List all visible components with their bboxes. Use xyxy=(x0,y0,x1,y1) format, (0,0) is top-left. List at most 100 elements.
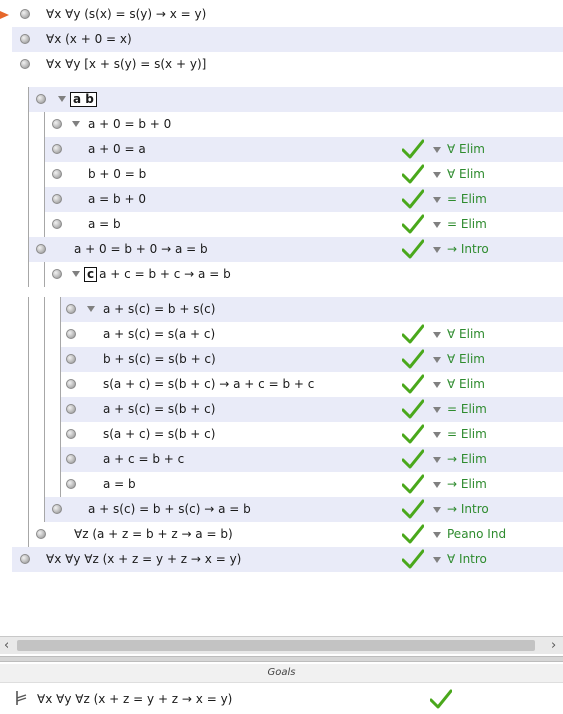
formula[interactable]: b + s(c) = s(b + c) xyxy=(103,352,216,366)
proof-line[interactable]: a = b → Elim xyxy=(0,472,563,497)
formula[interactable]: a + s(c) = b + s(c) → a = b xyxy=(88,502,251,516)
formula[interactable]: a = b + 0 xyxy=(88,192,146,206)
formula[interactable]: s(a + c) = s(b + c) xyxy=(103,427,215,441)
line-bullet-icon[interactable] xyxy=(52,119,62,129)
formula[interactable]: a + s(c) = s(a + c) xyxy=(103,327,215,341)
rule-dropdown-triangle-icon[interactable] xyxy=(433,172,441,178)
formula[interactable]: ∀x ∀y [x + s(y) = s(x + y)] xyxy=(46,57,206,71)
line-bullet-icon[interactable] xyxy=(20,9,30,19)
rule-label[interactable]: ∀ Elim xyxy=(447,327,485,341)
rule-label[interactable]: ∀ Intro xyxy=(447,552,487,566)
rule-dropdown-triangle-icon[interactable] xyxy=(433,247,441,253)
formula[interactable]: a = b xyxy=(88,217,121,231)
scrollbar-thumb[interactable] xyxy=(17,640,535,651)
line-bullet-icon[interactable] xyxy=(66,379,76,389)
expand-triangle-icon[interactable] xyxy=(72,121,80,127)
formula[interactable]: ca + c = b + c → a = b xyxy=(84,267,231,282)
formula[interactable]: s(a + c) = s(b + c) → a + c = b + c xyxy=(103,377,314,391)
rule-dropdown-triangle-icon[interactable] xyxy=(433,557,441,563)
expand-triangle-icon[interactable] xyxy=(72,271,80,277)
rule-label[interactable]: = Elim xyxy=(447,427,487,441)
formula[interactable]: a = b xyxy=(103,477,136,491)
proof-line[interactable]: ∀x (x + 0 = x) xyxy=(0,27,563,52)
rule-dropdown-triangle-icon[interactable] xyxy=(433,382,441,388)
rule-label[interactable]: ∀ Elim xyxy=(447,352,485,366)
rule-label[interactable]: = Elim xyxy=(447,217,487,231)
rule-label[interactable]: → Intro xyxy=(447,242,489,256)
line-bullet-icon[interactable] xyxy=(66,354,76,364)
scroll-right-arrow-icon[interactable]: › xyxy=(551,638,556,653)
line-bullet-icon[interactable] xyxy=(66,304,76,314)
proof-line[interactable]: s(a + c) = s(b + c) → a + c = b + c ∀ Eli… xyxy=(0,372,563,397)
proof-line[interactable]: b + s(c) = s(b + c) ∀ Elim xyxy=(0,347,563,372)
rule-label[interactable]: = Elim xyxy=(447,402,487,416)
formula[interactable]: ∀x (x + 0 = x) xyxy=(46,32,132,46)
rule-dropdown-triangle-icon[interactable] xyxy=(433,457,441,463)
rule-label[interactable]: Peano Ind xyxy=(447,527,506,541)
line-bullet-icon[interactable] xyxy=(52,504,62,514)
proof-line[interactable]: a + s(c) = b + s(c) → a = b → Intro xyxy=(0,497,563,522)
expand-triangle-icon[interactable] xyxy=(58,96,66,102)
line-bullet-icon[interactable] xyxy=(36,244,46,254)
line-bullet-icon[interactable] xyxy=(36,529,46,539)
line-bullet-icon[interactable] xyxy=(20,554,30,564)
line-bullet-icon[interactable] xyxy=(20,34,30,44)
line-bullet-icon[interactable] xyxy=(66,429,76,439)
rule-dropdown-triangle-icon[interactable] xyxy=(433,357,441,363)
horizontal-scrollbar[interactable]: ‹ › xyxy=(0,636,563,654)
line-bullet-icon[interactable] xyxy=(66,479,76,489)
proof-line[interactable]: s(a + c) = s(b + c) = Elim xyxy=(0,422,563,447)
formula[interactable]: a b xyxy=(70,92,99,107)
line-bullet-icon[interactable] xyxy=(52,194,62,204)
rule-dropdown-triangle-icon[interactable] xyxy=(433,222,441,228)
goal-row[interactable]: ∀x ∀y ∀z (x + z = y + z → x = y) xyxy=(0,686,563,712)
line-bullet-icon[interactable] xyxy=(52,144,62,154)
line-bullet-icon[interactable] xyxy=(52,219,62,229)
line-bullet-icon[interactable] xyxy=(36,94,46,104)
formula[interactable]: ∀x ∀y (s(x) = s(y) → x = y) xyxy=(46,7,206,21)
proof-line[interactable]: a + 0 = b + 0 → a = b → Intro xyxy=(0,237,563,262)
proof-line[interactable]: a + 0 = a ∀ Elim xyxy=(0,137,563,162)
formula[interactable]: a + s(c) = b + s(c) xyxy=(103,302,215,316)
line-bullet-icon[interactable] xyxy=(52,269,62,279)
line-bullet-icon[interactable] xyxy=(20,59,30,69)
proof-line[interactable]: a = b + 0 = Elim xyxy=(0,187,563,212)
rule-label[interactable]: → Elim xyxy=(447,477,487,491)
rule-dropdown-triangle-icon[interactable] xyxy=(433,482,441,488)
line-bullet-icon[interactable] xyxy=(66,404,76,414)
rule-dropdown-triangle-icon[interactable] xyxy=(433,147,441,153)
rule-label[interactable]: ∀ Elim xyxy=(447,377,485,391)
proof-line[interactable]: ∀x ∀y [x + s(y) = s(x + y)] xyxy=(0,52,563,77)
formula[interactable]: ∀x ∀y ∀z (x + z = y + z → x = y) xyxy=(46,552,241,566)
line-bullet-icon[interactable] xyxy=(52,169,62,179)
proof-line[interactable]: a b xyxy=(0,87,563,112)
proof-line[interactable]: a + s(c) = s(b + c) = Elim xyxy=(0,397,563,422)
formula[interactable]: a + 0 = b + 0 xyxy=(88,117,171,131)
line-bullet-icon[interactable] xyxy=(66,454,76,464)
rule-label[interactable]: ∀ Elim xyxy=(447,142,485,156)
proof-line[interactable]: a + 0 = b + 0 xyxy=(0,112,563,137)
rule-dropdown-triangle-icon[interactable] xyxy=(433,197,441,203)
proof-line[interactable]: ∀x ∀y ∀z (x + z = y + z → x = y) ∀ Intro xyxy=(0,547,563,572)
formula[interactable]: a + 0 = a xyxy=(88,142,146,156)
expand-triangle-icon[interactable] xyxy=(87,306,95,312)
rule-dropdown-triangle-icon[interactable] xyxy=(433,432,441,438)
proof-line[interactable]: a = b = Elim xyxy=(0,212,563,237)
formula[interactable]: a + c = b + c xyxy=(103,452,184,466)
formula[interactable]: ∀z (a + z = b + z → a = b) xyxy=(74,527,233,541)
formula[interactable]: b + 0 = b xyxy=(88,167,146,181)
rule-label[interactable]: → Intro xyxy=(447,502,489,516)
rule-dropdown-triangle-icon[interactable] xyxy=(433,332,441,338)
proof-line[interactable]: a + c = b + c → Elim xyxy=(0,447,563,472)
rule-dropdown-triangle-icon[interactable] xyxy=(433,532,441,538)
line-bullet-icon[interactable] xyxy=(66,329,76,339)
rule-label[interactable]: → Elim xyxy=(447,452,487,466)
rule-dropdown-triangle-icon[interactable] xyxy=(433,407,441,413)
formula[interactable]: a + 0 = b + 0 → a = b xyxy=(74,242,208,256)
proof-line[interactable]: ∀z (a + z = b + z → a = b) Peano Ind xyxy=(0,522,563,547)
proof-line[interactable]: ∀x ∀y (s(x) = s(y) → x = y) xyxy=(0,2,563,27)
rule-dropdown-triangle-icon[interactable] xyxy=(433,507,441,513)
proof-line[interactable]: a + s(c) = b + s(c) xyxy=(0,297,563,322)
proof-line[interactable]: a + s(c) = s(a + c) ∀ Elim xyxy=(0,322,563,347)
formula[interactable]: a + s(c) = s(b + c) xyxy=(103,402,215,416)
